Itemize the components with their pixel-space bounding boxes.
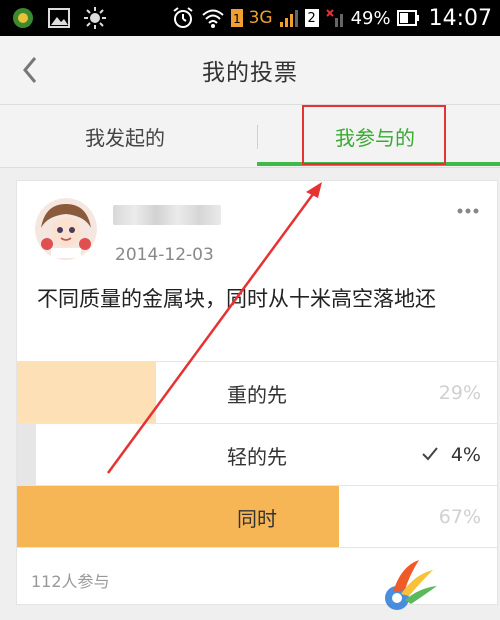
participant-count: 112人参与 — [31, 572, 110, 591]
app-screen: 1 3G 2 49% 14:07 我的投票 我发起的 我参与的 2014-12-… — [0, 0, 500, 620]
clock: 14:07 — [428, 5, 492, 31]
app-notification-icon — [12, 7, 34, 29]
vote-option[interactable]: 重的先 29% — [17, 361, 497, 423]
checkmark-icon — [422, 447, 438, 461]
username-redacted — [113, 205, 221, 225]
option-label: 重的先 — [227, 382, 287, 407]
battery-percent: 49% — [350, 7, 391, 29]
alarm-icon — [171, 6, 195, 30]
avatar[interactable] — [35, 198, 97, 260]
tab-initiated[interactable]: 我发起的 — [0, 105, 250, 167]
tab-bar: 我发起的 我参与的 — [0, 105, 500, 168]
option-percent: 67% — [438, 506, 481, 528]
image-icon — [48, 8, 70, 28]
sim2-label: 2 — [307, 10, 316, 26]
page-title: 我的投票 — [202, 60, 298, 86]
tab-participated[interactable]: 我参与的 — [250, 105, 500, 167]
battery-icon — [396, 9, 419, 27]
option-percent: 29% — [438, 382, 481, 404]
option-label: 同时 — [237, 506, 277, 531]
svg-text:1: 1 — [233, 12, 241, 26]
signal-icon-2 — [325, 8, 345, 28]
wifi-icon — [201, 8, 225, 28]
network-type: 3G — [248, 8, 273, 28]
sim2-icon: 2 — [304, 8, 319, 28]
card-footer-divider — [17, 547, 497, 548]
status-bar: 1 3G 2 49% 14:07 — [0, 0, 500, 36]
option-percent: 4% — [450, 444, 481, 466]
sim1-icon: 1 — [230, 9, 243, 27]
brightness-icon — [84, 7, 106, 29]
post-date: 2014-12-03 — [115, 245, 214, 265]
app-header: 我的投票 — [0, 36, 500, 105]
vote-option[interactable]: 轻的先 4% — [17, 423, 497, 485]
signal-icon-1 — [279, 8, 299, 28]
more-options-button[interactable] — [453, 201, 483, 221]
vote-card[interactable]: 2014-12-03 不同质量的金属块，同时从十米高空落地还 重的先 29% 轻… — [16, 180, 498, 605]
vote-option[interactable]: 同时 67% — [17, 485, 497, 547]
vote-question: 不同质量的金属块，同时从十米高空落地还 — [37, 287, 436, 311]
more-dots-icon — [457, 208, 479, 214]
active-tab-indicator — [257, 162, 500, 166]
